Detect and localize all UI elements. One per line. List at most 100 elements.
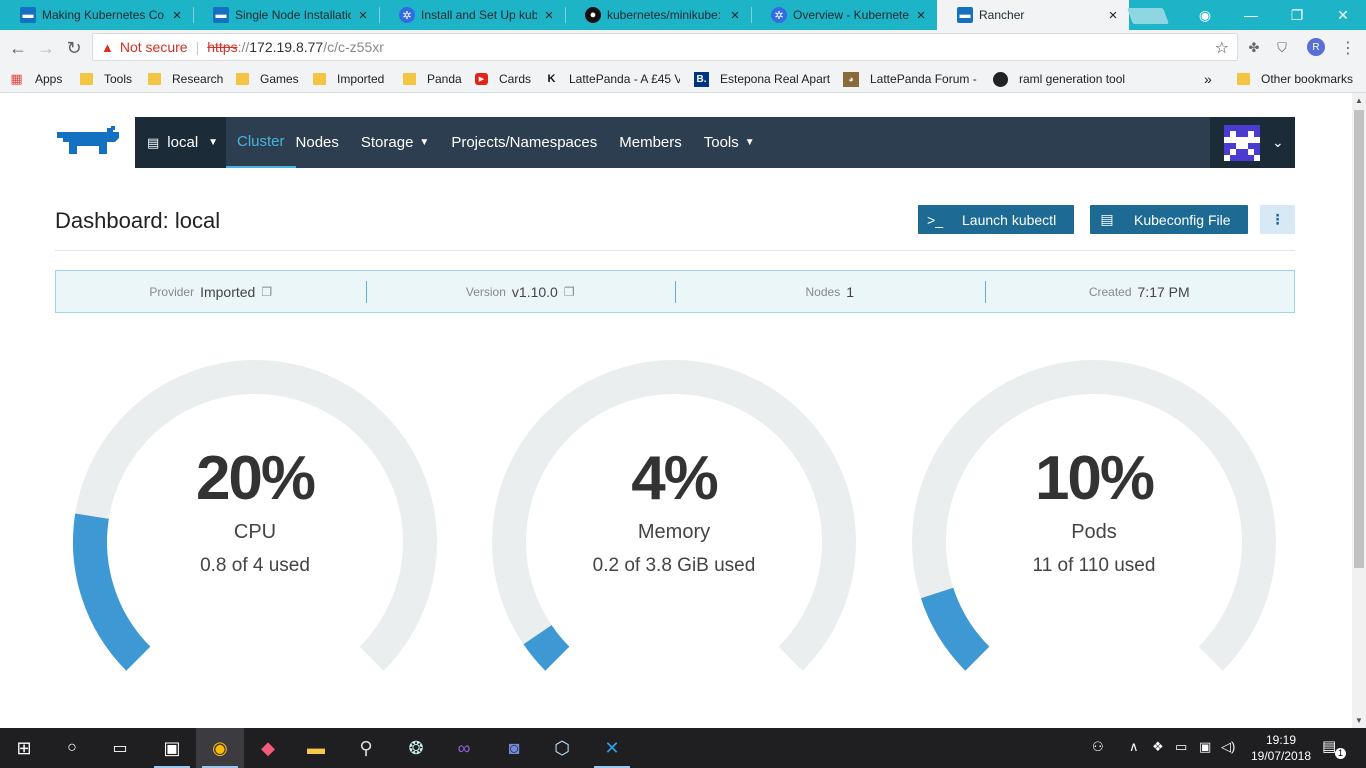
nav-cluster[interactable]: Cluster — [226, 117, 296, 168]
more-actions-button[interactable]: ⋮ — [1260, 205, 1295, 234]
scrollbar-thumb[interactable] — [1354, 110, 1364, 568]
browser-tab[interactable]: ▬ Single Node Installation × — [193, 0, 379, 30]
apps-grid-icon: ▦ — [10, 71, 23, 86]
extension-puzzle-icon[interactable]: ✤ — [1244, 38, 1264, 58]
browser-tab[interactable]: ▬ Making Kubernetes Cor × — [0, 0, 193, 30]
page-scrollbar[interactable]: ▲ ▼ — [1352, 93, 1366, 728]
cluster-selector[interactable]: ▤ local ▼ — [135, 117, 226, 168]
close-icon[interactable]: × — [729, 7, 741, 24]
search-icon[interactable]: ○ — [48, 728, 96, 768]
dropbox-icon[interactable]: ❖ — [1152, 739, 1164, 755]
vscode-app-icon[interactable]: ✕ — [588, 728, 636, 768]
close-icon[interactable]: × — [171, 7, 183, 24]
volume-icon[interactable]: ◁) — [1221, 739, 1235, 755]
battery-icon[interactable]: ▭ — [1175, 739, 1187, 755]
chrome-menu-icon[interactable]: ⋮ — [1338, 38, 1358, 58]
bookmarks-overflow-button[interactable]: » — [1204, 70, 1212, 88]
launch-kubectl-button[interactable]: >_ Launch kubectl — [918, 205, 1074, 234]
bookmark-folder[interactable]: Imported — [313, 70, 384, 88]
nav-tools[interactable]: Tools ▼ — [704, 117, 755, 168]
scroll-down-icon[interactable]: ▼ — [1355, 716, 1363, 725]
kubernetes-helm-icon: ✲ — [771, 7, 787, 23]
bookmarks-bar: ▦ Apps Tools Research Games Imported Pan… — [0, 65, 1366, 93]
cpu-gauge-arc — [73, 360, 437, 671]
bookmark-star-icon[interactable]: ☆ — [1215, 38, 1229, 58]
kubeconfig-file-button[interactable]: ▤ Kubeconfig File — [1090, 205, 1248, 234]
extension-r-icon[interactable]: R — [1307, 38, 1325, 56]
terminal-app-icon[interactable]: ▣ — [148, 728, 196, 768]
folder-icon — [403, 73, 416, 85]
scroll-up-icon[interactable]: ▲ — [1355, 96, 1363, 105]
browser-tab[interactable]: ✲ Install and Set Up kubec × — [379, 0, 565, 30]
notification-count: 1 — [1335, 748, 1346, 759]
back-button[interactable]: ← — [6, 36, 30, 60]
close-window-button[interactable]: ✕ — [1320, 0, 1366, 30]
bookmark-folder[interactable]: Research — [148, 70, 223, 88]
profile-icon[interactable]: ◉ — [1182, 0, 1228, 30]
bookmark-folder[interactable]: Tools — [80, 70, 132, 88]
chrome-app-icon[interactable]: ◉ — [196, 728, 244, 768]
network-app-icon[interactable]: ❂ — [392, 728, 440, 768]
bookmark-link[interactable]: ▶ Cards — [475, 70, 531, 88]
bookmark-link[interactable]: raml generation tool — [993, 70, 1133, 88]
new-tab-button[interactable] — [1127, 8, 1169, 24]
windows-start-icon[interactable]: ⊞ — [0, 728, 48, 768]
folder-icon — [148, 73, 161, 85]
close-icon[interactable]: × — [543, 7, 555, 24]
bookmark-folder[interactable]: Games — [236, 70, 299, 88]
security-status[interactable]: Not secure — [120, 39, 188, 55]
bookmark-link[interactable]: ◕ LattePanda Forum - — [843, 70, 981, 88]
discord-app-icon[interactable]: ◙ — [490, 728, 538, 768]
system-clock[interactable]: 19:19 19/07/2018 — [1250, 732, 1312, 764]
rancher-logo-icon[interactable] — [55, 126, 123, 158]
visual-studio-icon[interactable]: ∞ — [440, 728, 488, 768]
browser-tab[interactable]: ● kubernetes/minikube: R × — [565, 0, 751, 30]
people-icon[interactable]: ⚇ — [1092, 739, 1104, 755]
minimize-button[interactable]: — — [1228, 0, 1274, 30]
virtualbox-app-icon[interactable]: ⬡ — [538, 728, 586, 768]
address-bar[interactable]: ▲ Not secure | https :// 172.19.8.77 /c/… — [92, 33, 1238, 61]
info-created: Created 7:17 PM — [984, 271, 1295, 312]
chevron-down-icon: ▼ — [208, 137, 219, 148]
avatar — [1224, 124, 1260, 161]
folder-icon — [313, 73, 326, 85]
rancher-page: ▤ local ▼ Cluster Nodes Storage ▼ Projec… — [0, 93, 1352, 728]
user-menu[interactable]: ⌄ — [1210, 117, 1295, 168]
bookmark-link[interactable]: K LattePanda - A £45 V — [545, 70, 680, 88]
copy-icon[interactable]: ❐ — [261, 285, 272, 299]
forward-button[interactable]: → — [34, 36, 58, 60]
browser-tab-active[interactable]: ▬ Rancher × — [937, 0, 1129, 30]
info-nodes: Nodes 1 — [675, 271, 985, 312]
pods-gauge-arc — [912, 360, 1276, 671]
close-icon[interactable]: × — [357, 7, 369, 24]
extension-shield-icon[interactable]: ⛉ — [1272, 38, 1292, 58]
close-icon[interactable]: × — [1107, 7, 1119, 24]
reload-button[interactable]: ↻ — [62, 36, 86, 60]
magnifier-app-icon[interactable]: ⚲ — [342, 728, 390, 768]
browser-tab[interactable]: ✲ Overview - Kubernetes × — [751, 0, 937, 30]
gauge-percent: 20% — [195, 444, 316, 513]
tray-expand-icon[interactable]: ∧ — [1129, 739, 1139, 755]
task-view-icon[interactable]: ▭ — [96, 728, 144, 768]
bookmark-folder[interactable]: Panda — [403, 70, 462, 88]
nav-projects-namespaces[interactable]: Projects/Namespaces — [451, 117, 597, 168]
jetbrains-app-icon[interactable]: ◆ — [244, 728, 292, 768]
gauge-track — [912, 360, 1276, 671]
rancher-cow-icon: ▬ — [213, 7, 229, 23]
bookmark-link[interactable]: B. Estepona Real Apartı — [694, 70, 830, 88]
close-icon[interactable]: × — [915, 7, 927, 24]
nav-nodes[interactable]: Nodes — [296, 117, 339, 168]
github-icon — [993, 71, 1008, 87]
restore-button[interactable]: ❐ — [1274, 0, 1320, 30]
file-icon: ▤ — [1100, 211, 1114, 227]
file-explorer-icon[interactable]: ▬ — [292, 728, 340, 768]
nav-storage[interactable]: Storage ▼ — [361, 117, 429, 168]
other-bookmarks[interactable]: Other bookmarks — [1237, 70, 1353, 88]
gauge-label: Memory — [637, 521, 711, 543]
copy-icon[interactable]: ❐ — [564, 285, 575, 299]
gauge-usage: 0.8 of 4 used — [200, 555, 310, 576]
bookmark-apps[interactable]: ▦ Apps — [10, 70, 62, 88]
gauge-fill — [920, 587, 990, 671]
nav-members[interactable]: Members — [619, 117, 682, 168]
network-icon[interactable]: ▣ — [1199, 739, 1211, 755]
